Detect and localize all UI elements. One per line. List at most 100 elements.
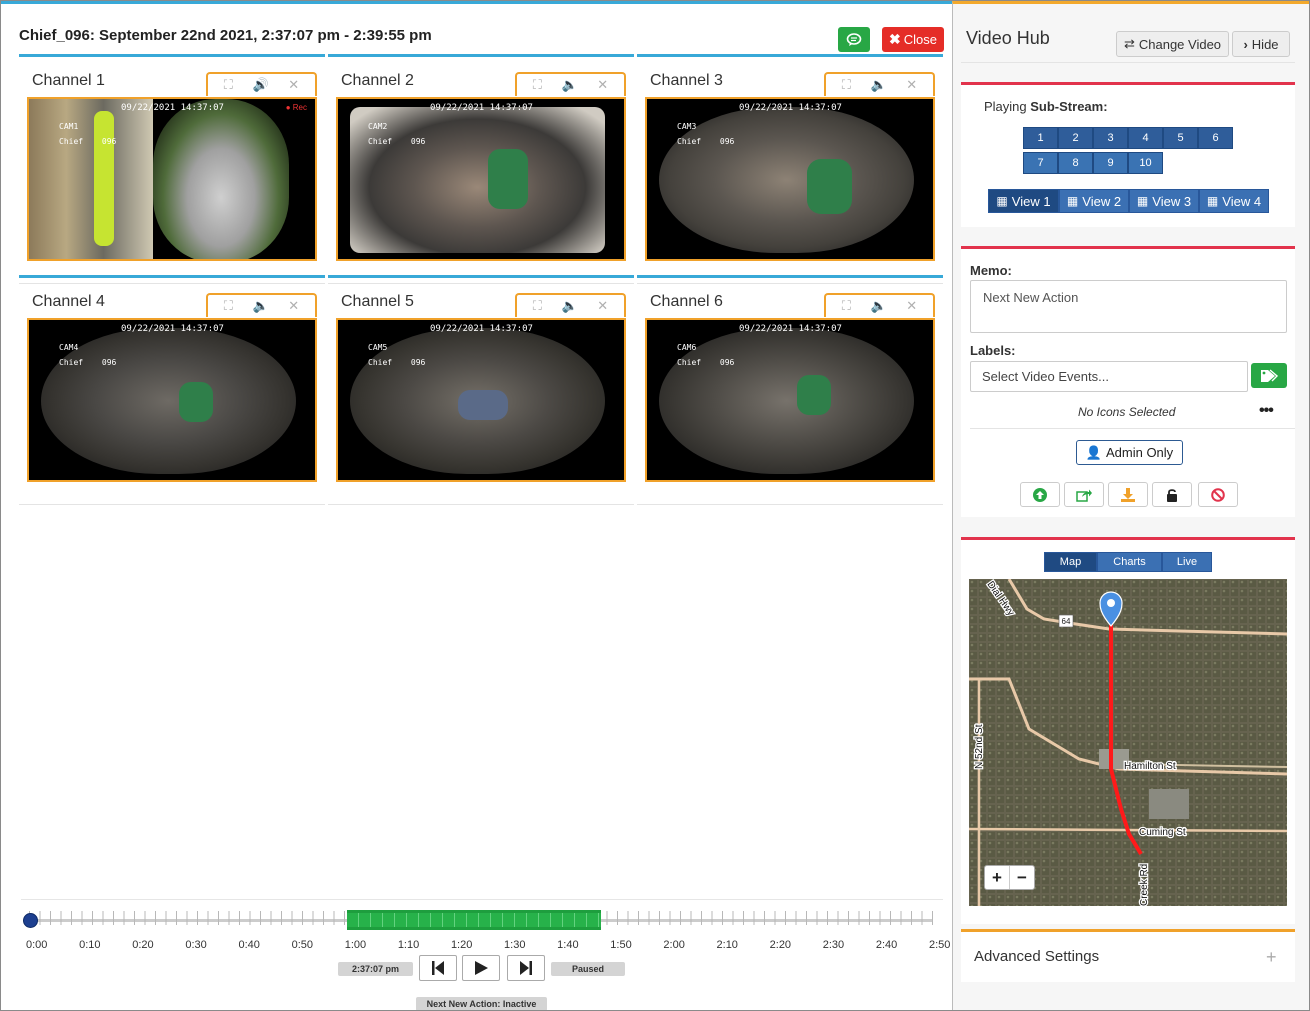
substream-button-1[interactable]: 1: [1023, 127, 1058, 149]
map-label-creek: Creek Rd: [1139, 864, 1150, 906]
timeline-label: 1:10: [397, 939, 420, 951]
substream-button-8[interactable]: 8: [1058, 152, 1093, 174]
advanced-settings-title[interactable]: Advanced Settings: [974, 948, 1099, 965]
memo-textarea[interactable]: Next New Action: [970, 280, 1287, 333]
volume-icon[interactable]: 🔊: [253, 77, 269, 93]
mute-icon[interactable]: 🔈: [871, 298, 887, 314]
channel-controls: ⛶ 🔈 ✕: [515, 293, 626, 317]
video-player[interactable]: 09/22/2021 14:37:07 CAM4 Chief 096: [27, 318, 317, 482]
timeline-label: 1:50: [610, 939, 632, 951]
divider: [970, 428, 1295, 429]
expand-icon[interactable]: +: [1266, 947, 1277, 968]
channel-panel-5: Channel 5 ⛶ 🔈 ✕ 09/22/2021 14:37:07 CAM5…: [328, 275, 634, 505]
change-video-button[interactable]: ⇄ Change Video: [1116, 31, 1229, 57]
zoom-in-button[interactable]: +: [985, 866, 1009, 889]
mute-icon[interactable]: 🔈: [562, 77, 578, 93]
timeline-event-segment[interactable]: [347, 910, 601, 930]
zoom-out-button[interactable]: −: [1009, 866, 1034, 889]
view-button-1[interactable]: ▦ View 1: [988, 189, 1059, 213]
map-label-hamilton: Hamilton St: [1124, 761, 1176, 772]
admin-only-button[interactable]: 👤 Admin Only: [1076, 440, 1183, 465]
video-cam-label: CAM4 Chief 096: [59, 343, 117, 367]
map-tab-live[interactable]: Live: [1162, 552, 1212, 572]
unlock-icon: [1167, 488, 1177, 502]
view-button-2[interactable]: ▦ View 2: [1059, 189, 1129, 213]
add-label-button[interactable]: [1251, 363, 1287, 388]
view-label: View 1: [1011, 193, 1051, 209]
mute-icon[interactable]: 🔈: [871, 77, 887, 93]
fullscreen-icon[interactable]: ⛶: [533, 298, 542, 314]
video-player[interactable]: 09/22/2021 14:37:07 CAM3 Chief 096: [645, 97, 935, 261]
grid-icon: ▦: [1206, 194, 1219, 208]
download-icon: [1121, 487, 1135, 502]
arrow-up-circle-icon: [1033, 487, 1047, 502]
close-icon[interactable]: ✕: [288, 298, 299, 314]
chat-button[interactable]: [838, 27, 870, 52]
substream-button-5[interactable]: 5: [1163, 127, 1198, 149]
map-label-64: 64: [1062, 617, 1071, 626]
unlock-button[interactable]: [1152, 482, 1192, 507]
substream-button-2[interactable]: 2: [1058, 127, 1093, 149]
video-player[interactable]: 09/22/2021 14:37:07 CAM1 Chief 096 ● Rec: [27, 97, 317, 261]
substream-button-3[interactable]: 3: [1093, 127, 1128, 149]
change-video-label: Change Video: [1138, 36, 1222, 52]
substream-button-7[interactable]: 7: [1023, 152, 1058, 174]
fullscreen-icon[interactable]: ⛶: [842, 77, 851, 93]
close-button[interactable]: ✖ Close: [882, 27, 944, 52]
download-button[interactable]: [1108, 482, 1148, 507]
map-tab-map[interactable]: Map: [1044, 552, 1097, 572]
close-icon[interactable]: ✕: [906, 77, 917, 93]
labels-label: Labels:: [970, 343, 1016, 358]
mute-icon[interactable]: 🔈: [253, 298, 269, 314]
chevron-right-icon: ›: [1243, 36, 1248, 52]
tags-icon: [1261, 368, 1278, 382]
map-tab-charts[interactable]: Charts: [1097, 552, 1162, 572]
close-icon[interactable]: ✕: [597, 77, 608, 93]
divider: [961, 62, 1295, 63]
timeline-label: 0:40: [238, 939, 260, 951]
substream-button-9[interactable]: 9: [1093, 152, 1128, 174]
video-timestamp: 09/22/2021 14:37:07: [121, 103, 224, 113]
map-canvas: 64 Hamilton St Cuming St N 52nd St Creek…: [969, 579, 1287, 906]
view-button-4[interactable]: ▦ View 4: [1199, 189, 1269, 213]
block-button[interactable]: [1198, 482, 1238, 507]
user-lock-icon: 👤: [1085, 444, 1102, 460]
timeline-label: 1:30: [504, 939, 526, 951]
rec-indicator: ● Rec: [285, 103, 307, 112]
fullscreen-icon[interactable]: ⛶: [533, 77, 542, 93]
channel-panel-6: Channel 6 ⛶ 🔈 ✕ 09/22/2021 14:37:07 CAM6…: [637, 275, 943, 505]
close-icon[interactable]: ✕: [288, 77, 299, 93]
channel-label: Channel 5: [341, 293, 414, 310]
share-button[interactable]: [1064, 482, 1104, 507]
close-icon[interactable]: ✕: [597, 298, 608, 314]
map-zoom-control: + −: [984, 865, 1035, 890]
divider: [637, 504, 943, 505]
fullscreen-icon[interactable]: ⛶: [842, 298, 851, 314]
close-icon[interactable]: ✕: [906, 298, 917, 314]
fullscreen-icon[interactable]: ⛶: [224, 298, 233, 314]
upload-button[interactable]: [1020, 482, 1060, 507]
video-object: [179, 382, 213, 422]
video-player[interactable]: 09/22/2021 14:37:07 CAM2 Chief 096: [336, 97, 626, 261]
view-button-3[interactable]: ▦ View 3: [1129, 189, 1199, 213]
skip-forward-button[interactable]: [507, 955, 545, 981]
video-player[interactable]: 09/22/2021 14:37:07 CAM6 Chief 096: [645, 318, 935, 482]
skip-back-button[interactable]: [419, 955, 457, 981]
video-cam-label: CAM5 Chief 096: [368, 343, 426, 367]
fullscreen-icon[interactable]: ⛶: [224, 77, 233, 93]
substream-button-6[interactable]: 6: [1198, 127, 1233, 149]
substream-button-4[interactable]: 4: [1128, 127, 1163, 149]
substream-button-10[interactable]: 10: [1128, 152, 1163, 174]
video-timestamp: 09/22/2021 14:37:07: [430, 103, 533, 113]
more-options-icon[interactable]: •••: [1259, 402, 1274, 420]
timeline-label: 2:20: [769, 939, 792, 951]
route-map[interactable]: 64 Hamilton St Cuming St N 52nd St Creek…: [969, 579, 1287, 906]
play-button[interactable]: [462, 955, 500, 981]
hide-button[interactable]: › Hide: [1232, 31, 1290, 57]
video-player[interactable]: 09/22/2021 14:37:07 CAM5 Chief 096: [336, 318, 626, 482]
view-label: View 3: [1152, 193, 1192, 209]
timeline-scrubber-handle[interactable]: [23, 913, 38, 928]
video-events-select[interactable]: Select Video Events...: [970, 361, 1248, 392]
mute-icon[interactable]: 🔈: [562, 298, 578, 314]
next-action-badge: Next New Action: Inactive: [416, 997, 547, 1010]
